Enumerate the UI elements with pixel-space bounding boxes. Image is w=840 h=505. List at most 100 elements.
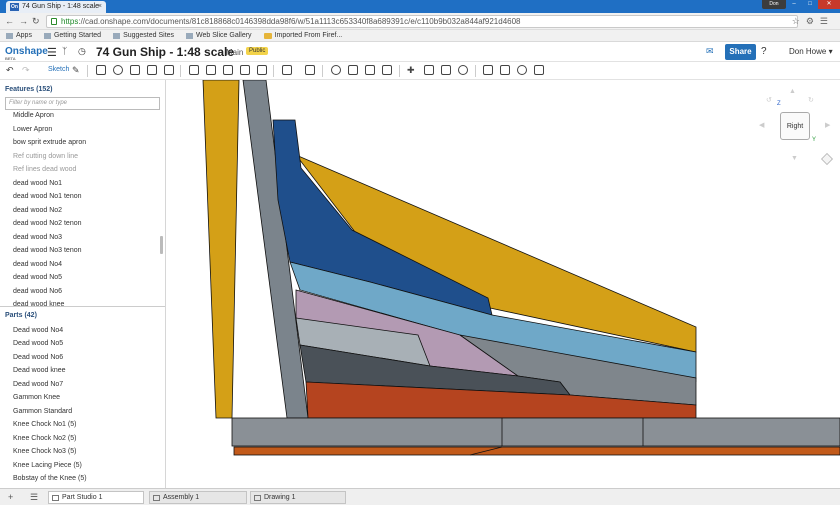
- comment-icon[interactable]: ✉: [706, 46, 714, 57]
- panel-divider[interactable]: [0, 306, 165, 307]
- tab-assembly-1[interactable]: Assembly 1: [149, 491, 247, 504]
- feature-item[interactable]: dead wood No1: [13, 180, 62, 187]
- help-icon[interactable]: ?: [761, 46, 767, 57]
- minimize-button[interactable]: –: [786, 0, 802, 9]
- tab-drawing-1[interactable]: Drawing 1: [250, 491, 346, 504]
- share-button[interactable]: Share: [725, 44, 756, 60]
- bookmark-imported[interactable]: Imported From Firef...: [263, 32, 342, 39]
- part-item[interactable]: Dead wood No4: [13, 327, 63, 334]
- feature-script-icon[interactable]: [517, 65, 527, 75]
- view-cube[interactable]: Right: [780, 112, 810, 140]
- part-item[interactable]: Dead wood No6: [13, 354, 63, 361]
- ship-model[interactable]: [166, 80, 840, 488]
- feature-item[interactable]: Middle Apron: [13, 112, 54, 119]
- part-item[interactable]: Dead wood No7: [13, 381, 63, 388]
- window-controls: Don – □ ✕: [762, 0, 840, 9]
- redo-icon[interactable]: ↷: [22, 65, 30, 76]
- feature-item[interactable]: Ref lines dead wood: [13, 166, 76, 173]
- feature-item[interactable]: dead wood No3 tenon: [13, 247, 82, 254]
- draft-icon[interactable]: [223, 65, 233, 75]
- parts-header[interactable]: Parts (42): [5, 312, 37, 319]
- fillet-icon[interactable]: [189, 65, 199, 75]
- onshape-logo[interactable]: Onshape BETA: [5, 46, 48, 61]
- feature-item[interactable]: dead wood No5: [13, 274, 62, 281]
- modify-fillet-icon[interactable]: [365, 65, 375, 75]
- undo-icon[interactable]: ↶: [6, 65, 14, 76]
- part-item[interactable]: Gammon Standard: [13, 408, 72, 415]
- part-item[interactable]: Dead wood No5: [13, 340, 63, 347]
- part-item[interactable]: Knee Lacing Piece (5): [13, 462, 82, 469]
- part-item[interactable]: Knee Chock No3 (5): [13, 448, 76, 455]
- feature-item[interactable]: Lower Apron: [13, 126, 52, 133]
- bookmark-web-slice-gallery[interactable]: Web Slice Gallery: [186, 32, 252, 39]
- boolean-icon[interactable]: [282, 65, 292, 75]
- back-icon[interactable]: ←: [5, 16, 14, 26]
- transform-icon[interactable]: [331, 65, 341, 75]
- sketch-button[interactable]: Sketch: [48, 66, 69, 73]
- feature-item[interactable]: dead wood No6: [13, 288, 62, 295]
- split-icon[interactable]: [305, 65, 315, 75]
- feature-item[interactable]: Ref cutting down line: [13, 153, 78, 160]
- add-tab-icon[interactable]: +: [8, 492, 13, 502]
- measure-icon[interactable]: [483, 65, 493, 75]
- feature-item[interactable]: dead wood No4: [13, 261, 62, 268]
- chamfer-icon[interactable]: [206, 65, 216, 75]
- browser-user-badge[interactable]: Don: [762, 0, 786, 9]
- reload-icon[interactable]: ↻: [32, 16, 40, 27]
- bookmark-apps[interactable]: Apps: [6, 32, 32, 39]
- feature-filter-input[interactable]: Filter by name or type: [5, 97, 160, 110]
- custom-feature-icon[interactable]: [534, 65, 544, 75]
- helix-icon[interactable]: [424, 65, 434, 75]
- rotate-ccw-icon[interactable]: ↺: [766, 96, 772, 104]
- bookmark-getting-started[interactable]: Getting Started: [43, 32, 101, 39]
- rotate-left-icon[interactable]: ◀: [759, 121, 764, 129]
- tab-list-icon[interactable]: ☰: [30, 492, 38, 503]
- shell-icon[interactable]: [240, 65, 250, 75]
- pencil-icon[interactable]: ✎: [72, 65, 80, 76]
- part-item[interactable]: Dead wood knee: [13, 367, 66, 374]
- rotate-cw-icon[interactable]: ↻: [808, 96, 814, 104]
- pattern-icon[interactable]: [257, 65, 267, 75]
- close-tab-icon[interactable]: ×: [98, 3, 102, 10]
- loft-icon[interactable]: [147, 65, 157, 75]
- browser-tab[interactable]: On 74 Gun Ship - 1:48 scale ×: [6, 1, 106, 13]
- feature-item[interactable]: dead wood No3: [13, 234, 62, 241]
- revolve-icon[interactable]: [113, 65, 123, 75]
- feature-item[interactable]: dead wood No1 tenon: [13, 193, 82, 200]
- user-menu[interactable]: Don Howe ▾: [789, 47, 833, 56]
- browser-menu-icons[interactable]: ☆⚙☰: [792, 16, 834, 27]
- graphics-viewport[interactable]: [166, 80, 840, 488]
- rotate-down-icon[interactable]: ▼: [791, 155, 798, 162]
- branch-icon[interactable]: ᛉ: [62, 46, 67, 56]
- maximize-button[interactable]: □: [802, 0, 818, 9]
- variable-icon[interactable]: [500, 65, 510, 75]
- part-item[interactable]: Knee Chock No1 (5): [13, 421, 76, 428]
- point-icon[interactable]: [458, 65, 468, 75]
- features-header[interactable]: Features (152): [5, 86, 52, 93]
- tab-part-studio-1[interactable]: Part Studio 1: [48, 491, 144, 504]
- feature-item[interactable]: dead wood No2: [13, 207, 62, 214]
- history-icon[interactable]: ◷: [78, 46, 86, 57]
- bookmark-suggested-sites[interactable]: Suggested Sites: [113, 32, 174, 39]
- rotate-right-icon[interactable]: ▶: [825, 121, 830, 129]
- forward-icon[interactable]: →: [19, 16, 28, 26]
- part-item[interactable]: Gammon Knee: [13, 394, 60, 401]
- drawing-icon: [254, 495, 261, 501]
- feature-item[interactable]: bow sprit extrude apron: [13, 139, 86, 146]
- thicken-icon[interactable]: [164, 65, 174, 75]
- delete-part-icon[interactable]: [348, 65, 358, 75]
- rotate-up-icon[interactable]: ▲: [789, 88, 796, 95]
- part-item[interactable]: Knee Chock No2 (5): [13, 435, 76, 442]
- feature-item[interactable]: dead wood No2 tenon: [13, 220, 82, 227]
- url-input[interactable]: https://cad.onshape.com/documents/81c818…: [46, 15, 798, 28]
- mate-connector-icon[interactable]: [441, 65, 451, 75]
- move-face-icon[interactable]: [382, 65, 392, 75]
- menu-icon[interactable]: ☰: [47, 46, 57, 59]
- plane-icon[interactable]: ✚: [407, 65, 415, 76]
- document-title[interactable]: 74 Gun Ship - 1:48 scale: [96, 45, 234, 59]
- sweep-icon[interactable]: [130, 65, 140, 75]
- part-item[interactable]: Bobstay of the Knee (5): [13, 475, 87, 482]
- close-window-button[interactable]: ✕: [818, 0, 840, 9]
- extrude-icon[interactable]: [96, 65, 106, 75]
- feature-list-scrollbar[interactable]: [160, 236, 163, 254]
